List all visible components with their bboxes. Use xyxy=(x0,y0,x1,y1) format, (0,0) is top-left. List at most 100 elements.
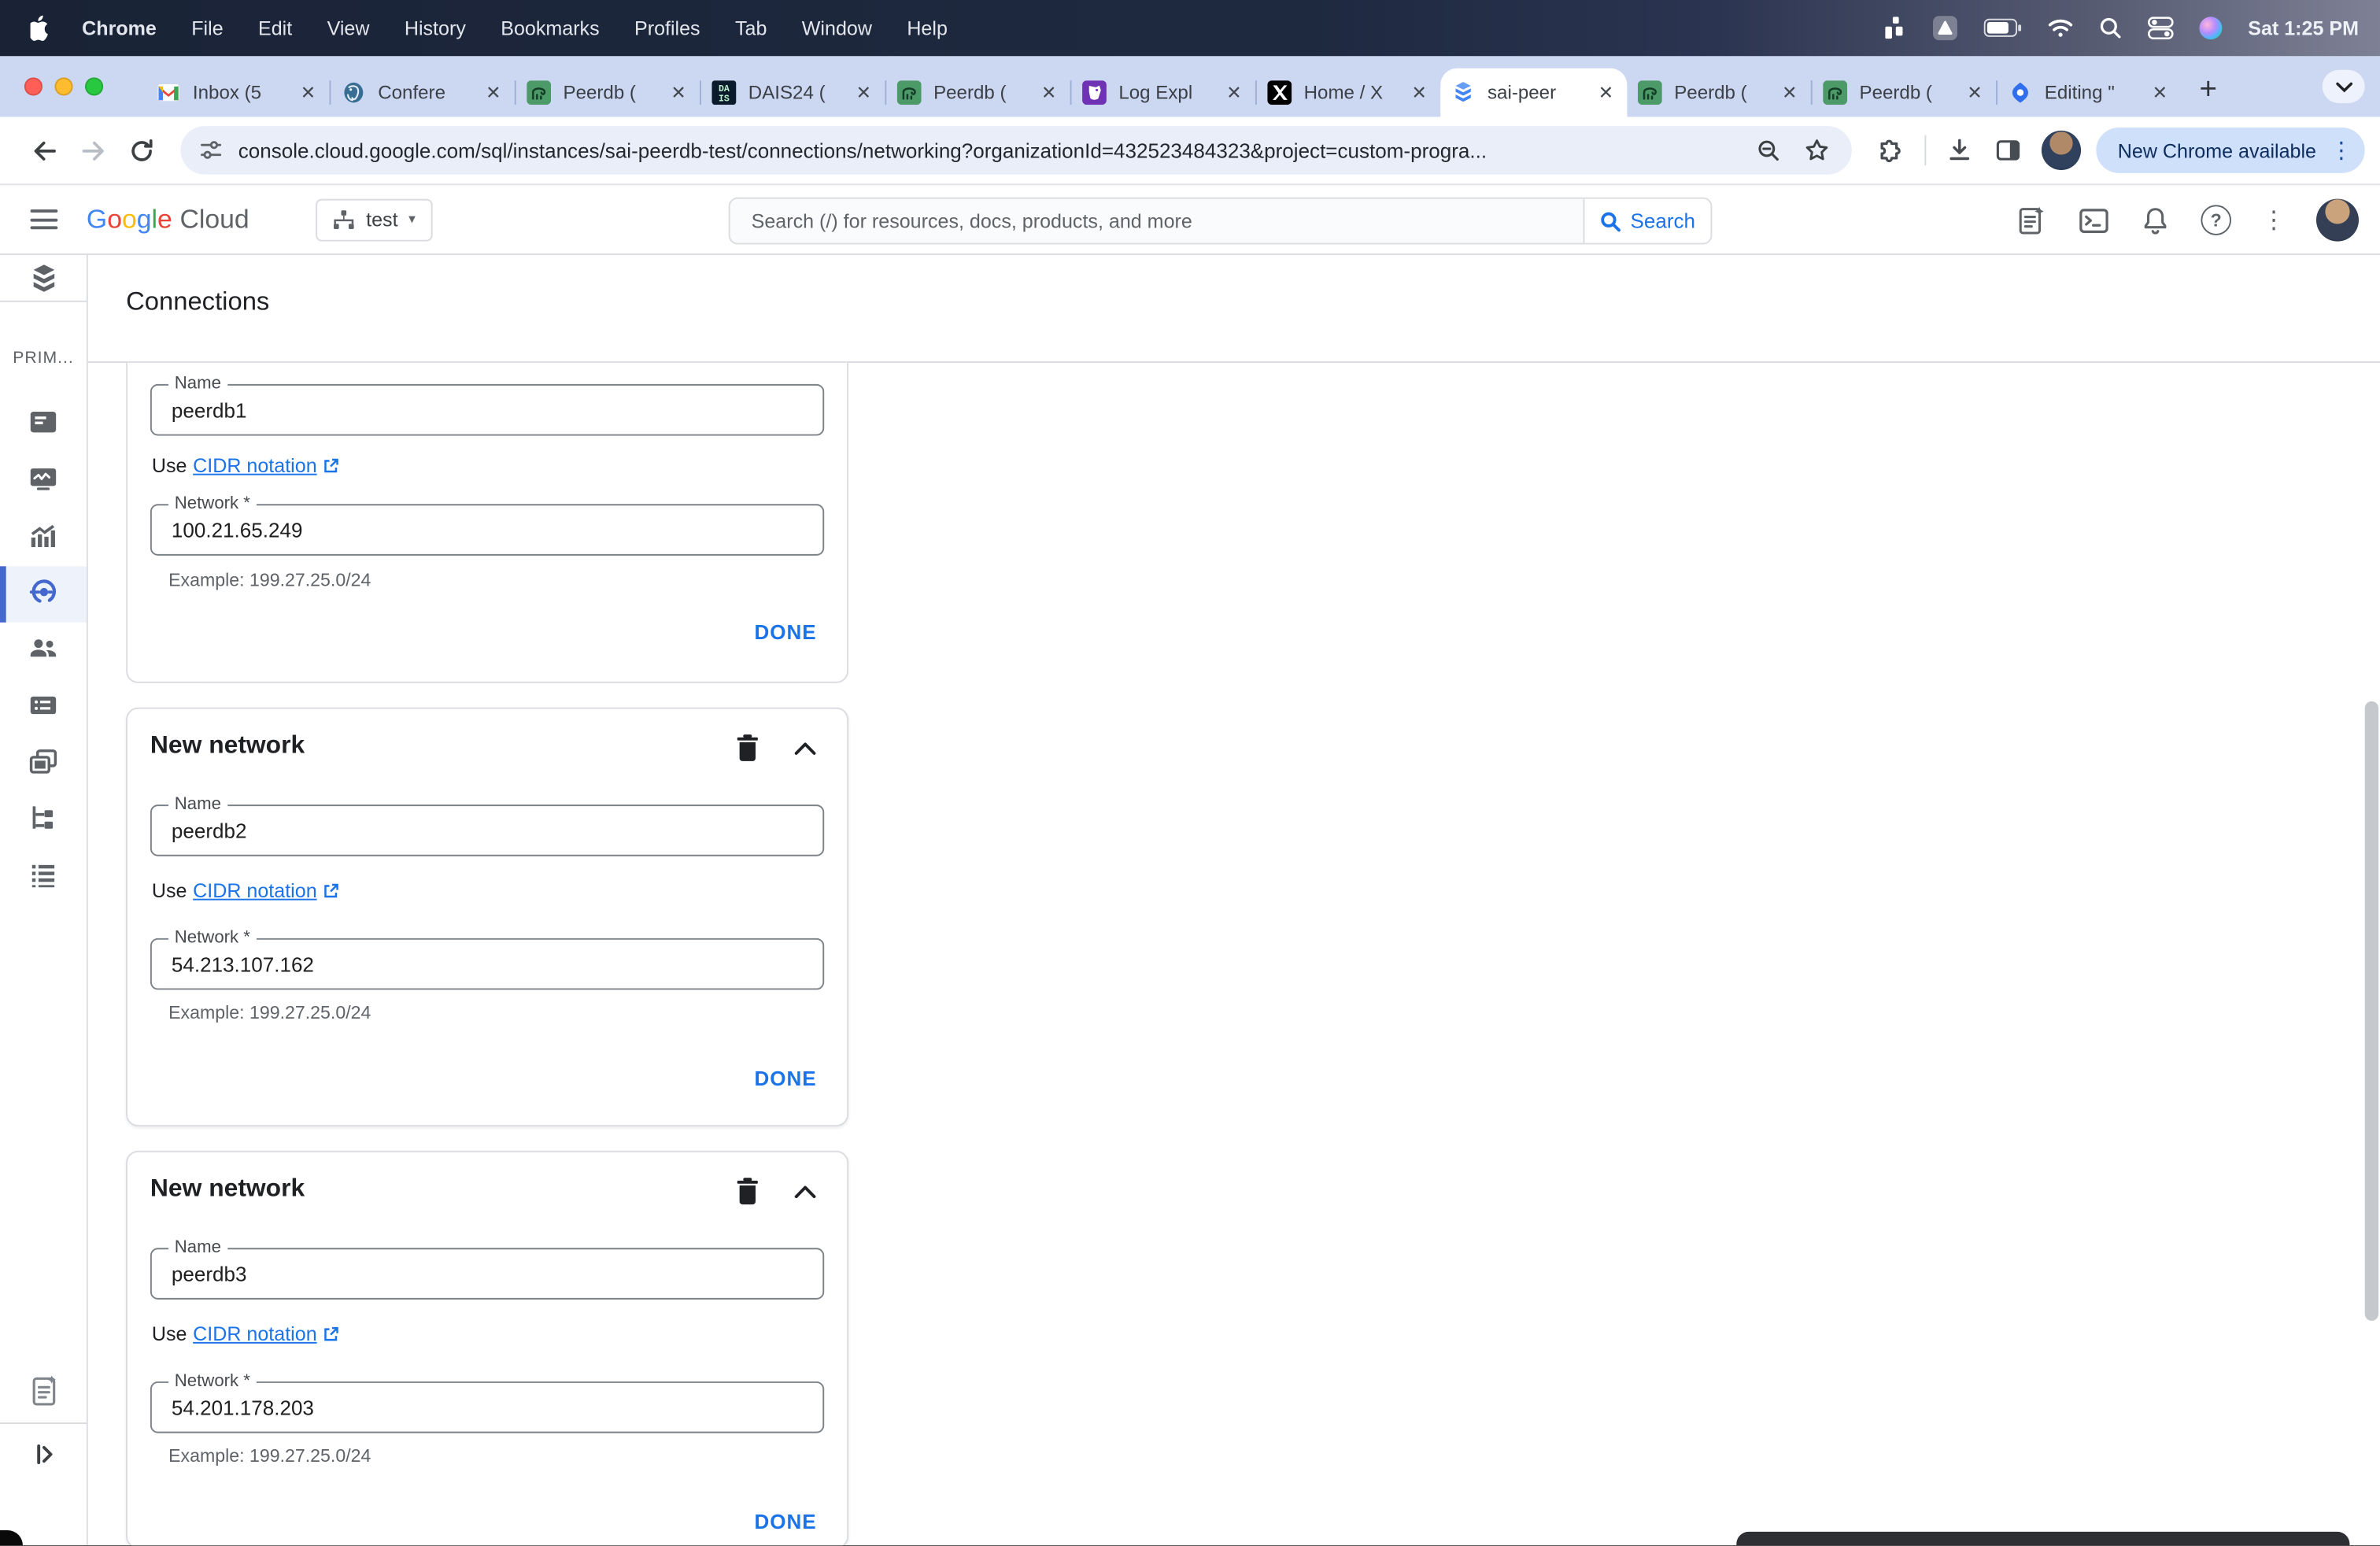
cloud-sql-logo-icon[interactable] xyxy=(0,263,87,296)
browser-menu-dots-icon[interactable]: ⋮ xyxy=(2330,137,2352,164)
menubar-item-bookmarks[interactable]: Bookmarks xyxy=(501,17,599,39)
tab-close-icon[interactable]: ✕ xyxy=(482,82,504,103)
tab-log-explorer[interactable]: Log Expl ✕ xyxy=(1072,68,1255,117)
tab-peerdb[interactable]: Peerdb ( ✕ xyxy=(886,68,1070,117)
account-avatar[interactable] xyxy=(2315,198,2359,242)
done-button[interactable]: DONE xyxy=(754,1511,816,1533)
gcp-search-bar[interactable]: Search xyxy=(728,197,1713,245)
extensions-icon[interactable] xyxy=(1868,124,1916,176)
menubar-item-window[interactable]: Window xyxy=(802,17,872,39)
side-panel-button[interactable] xyxy=(1984,124,2033,176)
sidebar-item-overview[interactable] xyxy=(0,405,87,438)
tab-dais24[interactable]: DA IS DAIS24 ( ✕ xyxy=(701,68,885,117)
release-notes-doc-icon[interactable] xyxy=(0,1374,87,1407)
sidebar-item-replicas[interactable] xyxy=(0,801,87,834)
tab-close-icon[interactable]: ✕ xyxy=(1409,82,1430,103)
delete-network-button[interactable] xyxy=(729,729,765,765)
tab-peerdb[interactable]: Peerdb ( ✕ xyxy=(516,68,700,117)
menubar-item-view[interactable]: View xyxy=(327,17,370,39)
cidr-notation-link[interactable]: CIDR notation xyxy=(193,1322,339,1345)
tab-sai-peerdb-active[interactable]: sai-peer ✕ xyxy=(1440,68,1628,117)
reload-button[interactable] xyxy=(116,124,165,176)
menubar-item-profiles[interactable]: Profiles xyxy=(634,17,700,39)
name-field: Name xyxy=(150,793,825,856)
menubar-item-history[interactable]: History xyxy=(405,17,466,39)
tab-close-icon[interactable]: ✕ xyxy=(1595,82,1617,103)
header-menu-dots-icon[interactable]: ⋮ xyxy=(2262,205,2286,235)
collapse-rail-icon[interactable] xyxy=(0,1441,87,1468)
tab-inbox[interactable]: Inbox (5 ✕ xyxy=(146,68,329,117)
battery-icon[interactable] xyxy=(1983,18,2022,38)
tab-close-icon[interactable]: ✕ xyxy=(1779,82,1800,103)
tab-peerdb[interactable]: Peerdb ( ✕ xyxy=(1813,68,1996,117)
new-tab-button[interactable]: + xyxy=(2199,73,2217,108)
notifications-bell-icon[interactable] xyxy=(2140,204,2171,236)
url-text[interactable]: console.cloud.google.com/sql/instances/s… xyxy=(238,139,1757,161)
app-box-icon[interactable] xyxy=(1932,15,1958,41)
cloud-shell-icon[interactable] xyxy=(2078,204,2110,236)
stats-blocks-icon[interactable] xyxy=(1885,17,1906,39)
tab-conference[interactable]: Confere ✕ xyxy=(331,68,514,117)
sidebar-item-system-insights[interactable] xyxy=(0,463,87,494)
release-notes-icon[interactable] xyxy=(2016,204,2048,236)
update-chrome-button[interactable]: New Chrome available ⋮ xyxy=(2096,127,2365,173)
tab-close-icon[interactable]: ✕ xyxy=(2149,82,2171,103)
zoom-out-icon[interactable] xyxy=(1757,138,1783,164)
name-input[interactable] xyxy=(150,1248,825,1300)
menubar-item-edit[interactable]: Edit xyxy=(258,17,292,39)
sidebar-item-users[interactable] xyxy=(0,631,87,664)
apple-icon[interactable] xyxy=(30,15,52,41)
gcp-search-button[interactable]: Search xyxy=(1583,198,1711,243)
zoom-window-button[interactable] xyxy=(84,77,104,96)
nav-menu-icon[interactable] xyxy=(30,209,58,230)
tab-close-icon[interactable]: ✕ xyxy=(668,82,689,103)
collapse-card-icon[interactable] xyxy=(786,730,822,767)
project-picker-button[interactable]: test ▾ xyxy=(316,198,433,241)
sidebar-item-databases[interactable] xyxy=(0,690,87,722)
sidebar-item-query-insights[interactable] xyxy=(0,520,87,552)
close-window-button[interactable] xyxy=(24,77,42,96)
menubar-item-help[interactable]: Help xyxy=(907,17,948,39)
tab-x-home[interactable]: Home / X ✕ xyxy=(1257,68,1440,117)
tab-editing[interactable]: Editing " ✕ xyxy=(1998,68,2181,117)
menubar-clock[interactable]: Sat 1:25 PM xyxy=(2248,17,2359,39)
done-button[interactable]: DONE xyxy=(754,621,816,644)
cidr-notation-link[interactable]: CIDR notation xyxy=(193,454,339,477)
spotlight-icon[interactable] xyxy=(2099,17,2122,39)
tab-close-icon[interactable]: ✕ xyxy=(298,82,319,103)
back-button[interactable] xyxy=(20,124,68,176)
done-button[interactable]: DONE xyxy=(754,1067,816,1090)
siri-icon[interactable] xyxy=(2199,17,2223,40)
tab-close-icon[interactable]: ✕ xyxy=(1038,82,1059,103)
vertical-scrollbar-thumb[interactable] xyxy=(2364,701,2379,1321)
sidebar-item-backups[interactable] xyxy=(0,745,87,778)
collapse-card-icon[interactable] xyxy=(786,1174,822,1210)
downloads-button[interactable] xyxy=(1935,124,1984,176)
minimize-window-button[interactable] xyxy=(54,77,73,96)
site-settings-icon[interactable] xyxy=(199,138,224,162)
help-icon[interactable]: ? xyxy=(2201,205,2231,235)
bookmark-star-icon[interactable] xyxy=(1804,137,1831,165)
cidr-notation-link[interactable]: CIDR notation xyxy=(193,879,339,902)
menubar-item-file[interactable]: File xyxy=(191,17,223,39)
tab-peerdb[interactable]: Peerdb ( ✕ xyxy=(1627,68,1810,117)
tab-search-chevron-button[interactable] xyxy=(2322,69,2365,104)
gcp-search-input[interactable] xyxy=(730,198,1584,243)
tab-close-icon[interactable]: ✕ xyxy=(1964,82,1986,103)
google-cloud-logo[interactable]: Go o g l e Cloud xyxy=(87,203,249,235)
sidebar-item-operations[interactable] xyxy=(0,860,87,892)
url-bar[interactable]: console.cloud.google.com/sql/instances/s… xyxy=(180,126,1853,175)
cidr-prefix: Use xyxy=(151,1322,187,1345)
name-input[interactable] xyxy=(150,383,825,436)
tab-close-icon[interactable]: ✕ xyxy=(1223,82,1244,103)
sidebar-item-connections[interactable] xyxy=(0,575,87,608)
wifi-icon[interactable] xyxy=(2048,18,2074,38)
menubar-item-tab[interactable]: Tab xyxy=(735,17,767,39)
tab-close-icon[interactable]: ✕ xyxy=(853,82,874,103)
control-center-icon[interactable] xyxy=(2148,17,2174,40)
browser-profile-avatar[interactable] xyxy=(2042,130,2082,170)
menubar-item-chrome[interactable]: Chrome xyxy=(82,17,157,39)
delete-network-button[interactable] xyxy=(729,1172,765,1208)
name-input[interactable] xyxy=(150,804,825,856)
forward-button[interactable] xyxy=(68,124,117,176)
